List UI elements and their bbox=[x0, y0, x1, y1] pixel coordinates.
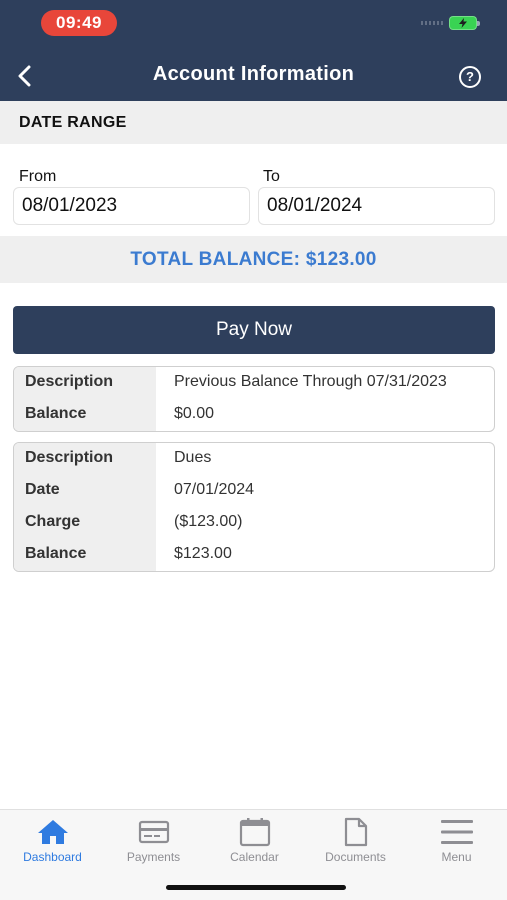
credit-card-icon bbox=[138, 820, 169, 844]
menu-icon bbox=[440, 820, 473, 844]
row-key: Date bbox=[25, 481, 60, 498]
to-date-field[interactable] bbox=[258, 187, 495, 225]
row-value: 07/01/2024 bbox=[174, 481, 255, 498]
tab-label: Documents bbox=[325, 850, 386, 864]
tab-label: Calendar bbox=[230, 850, 279, 864]
from-date-field[interactable] bbox=[13, 187, 250, 225]
transaction-row: Description Dues bbox=[14, 443, 494, 475]
app-header: 09:49 Account Information ? bbox=[0, 0, 507, 101]
status-indicators bbox=[421, 16, 480, 30]
row-value: Previous Balance Through 07/31/2023 bbox=[174, 373, 447, 390]
battery-icon bbox=[449, 16, 480, 30]
row-key: Description bbox=[25, 373, 114, 390]
transaction-row: Charge ($123.00) bbox=[14, 507, 494, 539]
tab-label: Dashboard bbox=[23, 850, 82, 864]
total-balance-bar: TOTAL BALANCE: $123.00 bbox=[0, 236, 507, 283]
transaction-card: Description Dues Date 07/01/2024 Charge … bbox=[13, 442, 495, 572]
row-value: Dues bbox=[174, 449, 212, 466]
status-time: 09:49 bbox=[41, 10, 117, 36]
total-balance-text: TOTAL BALANCE: $123.00 bbox=[130, 249, 377, 270]
tab-documents[interactable]: Documents bbox=[305, 810, 406, 870]
row-key: Charge bbox=[25, 513, 81, 530]
tab-label: Payments bbox=[126, 850, 181, 864]
row-value: ($123.00) bbox=[174, 513, 243, 530]
tab-calendar[interactable]: Calendar bbox=[204, 810, 305, 870]
from-label: From bbox=[19, 168, 57, 185]
row-value: $0.00 bbox=[174, 405, 215, 422]
document-icon bbox=[344, 817, 367, 847]
row-key: Balance bbox=[25, 545, 87, 562]
calendar-icon bbox=[239, 818, 270, 847]
row-key: Balance bbox=[25, 405, 87, 422]
row-value: $123.00 bbox=[174, 545, 232, 562]
transaction-row: Description Previous Balance Through 07/… bbox=[14, 367, 494, 399]
tab-dashboard[interactable]: Dashboard bbox=[2, 810, 103, 870]
transaction-row: Balance $123.00 bbox=[14, 539, 494, 571]
tab-label: Menu bbox=[441, 850, 472, 864]
transaction-row: Date 07/01/2024 bbox=[14, 475, 494, 507]
page-title: Account Information bbox=[152, 63, 355, 85]
home-indicator bbox=[166, 885, 346, 890]
pay-now-button[interactable]: Pay Now bbox=[13, 306, 495, 354]
tab-menu[interactable]: Menu bbox=[406, 810, 507, 870]
transaction-row: Balance $0.00 bbox=[14, 399, 494, 431]
date-range-heading: DATE RANGE bbox=[19, 114, 127, 131]
transaction-card: Description Previous Balance Through 07/… bbox=[13, 366, 495, 432]
signal-icon bbox=[421, 21, 443, 25]
help-icon[interactable]: ? bbox=[459, 66, 481, 88]
tab-payments[interactable]: Payments bbox=[103, 810, 204, 870]
to-label: To bbox=[263, 168, 280, 185]
home-icon bbox=[37, 820, 68, 844]
row-key: Description bbox=[25, 449, 114, 466]
date-range-section: DATE RANGE bbox=[0, 101, 507, 144]
